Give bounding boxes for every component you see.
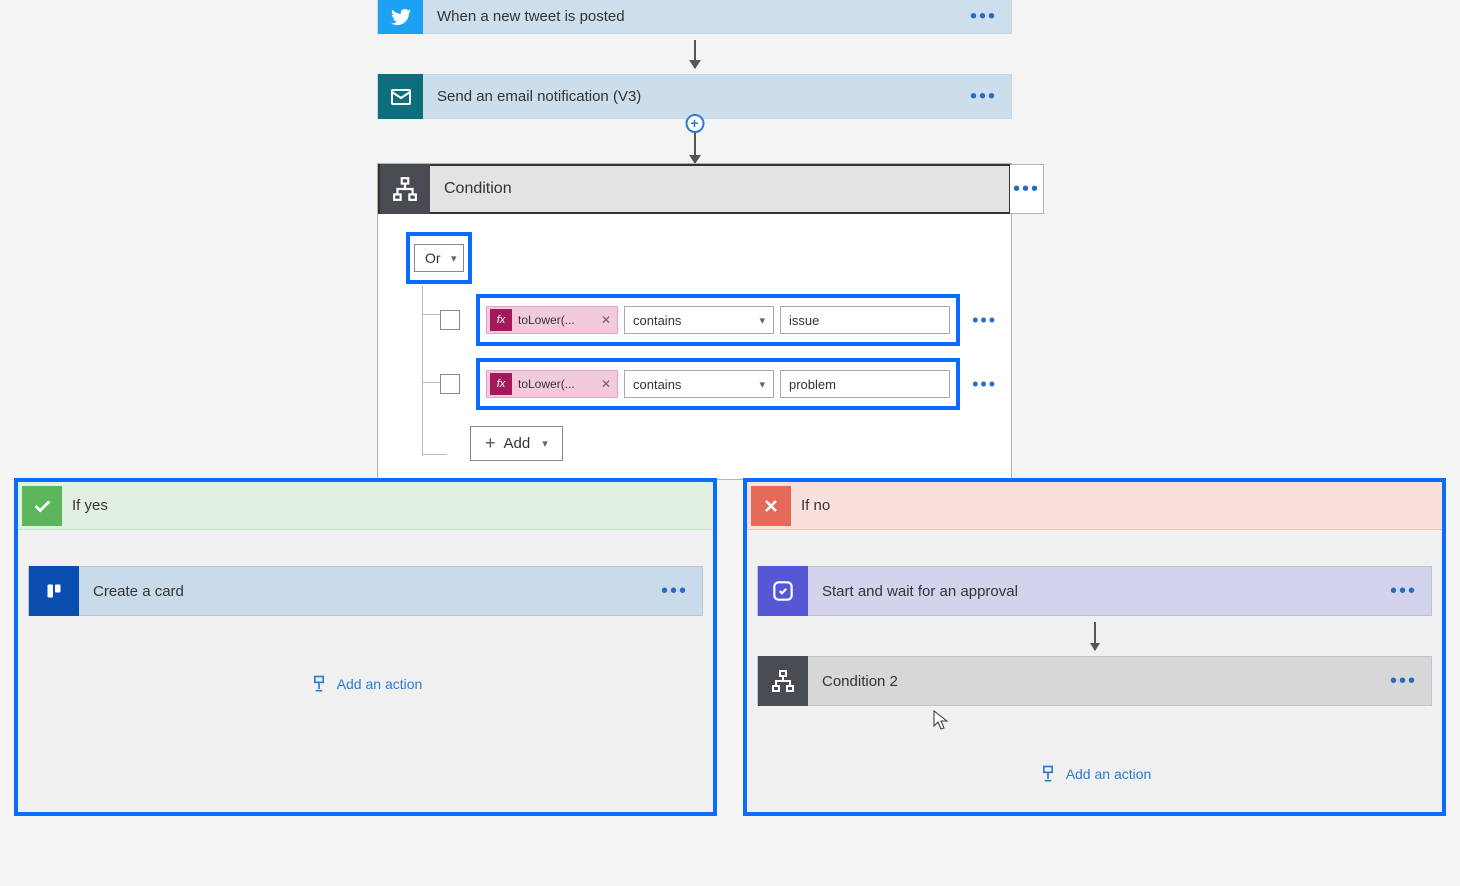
branch-no-header: If no: [747, 482, 1442, 530]
condition-icon: [758, 656, 808, 706]
branch-yes: If yes Create a card ••• Add an action: [14, 478, 717, 816]
chevron-down-icon: ▾: [451, 252, 457, 265]
condition-title: Condition: [430, 180, 512, 198]
add-action-label: Add an action: [1066, 766, 1152, 782]
add-action-icon: [309, 674, 329, 694]
email-more-icon[interactable]: •••: [970, 85, 997, 108]
chevron-down-icon: ▾: [759, 378, 765, 391]
email-title: Send an email notification (V3): [423, 88, 641, 105]
close-icon: [751, 486, 791, 526]
group-operator-highlight: Or ▾: [406, 232, 472, 284]
approval-icon: [758, 566, 808, 616]
step-condition2[interactable]: Condition 2 •••: [757, 656, 1432, 706]
branch-yes-label: If yes: [72, 497, 108, 514]
check-icon: [22, 486, 62, 526]
twitter-icon: [378, 0, 423, 34]
value-text: issue: [789, 313, 819, 328]
group-operator-label: Or: [425, 250, 441, 266]
more-icon: •••: [1013, 178, 1040, 201]
add-step-icon[interactable]: +: [685, 114, 704, 133]
expression-text: toLower(...: [518, 377, 597, 391]
row-highlight: fx toLower(... ✕ contains ▾ problem: [476, 358, 960, 410]
group-operator-select[interactable]: Or ▾: [414, 244, 464, 272]
connector-arrow: [757, 616, 1432, 656]
condition-row: fx toLower(... ✕ contains ▾ problem: [440, 358, 997, 410]
condition-icon: [380, 164, 430, 214]
row-highlight: fx toLower(... ✕ contains ▾ issue: [476, 294, 960, 346]
chevron-down-icon: ▾: [542, 437, 548, 450]
connector-arrow: [377, 34, 1012, 74]
add-action-no[interactable]: Add an action: [757, 764, 1432, 784]
condition-body: Or ▾ fx toLower(...: [378, 214, 1011, 479]
step-approval[interactable]: Start and wait for an approval •••: [757, 566, 1432, 616]
trigger-card[interactable]: When a new tweet is posted •••: [377, 0, 1012, 34]
condition-more[interactable]: •••: [1010, 164, 1044, 214]
condition-row: fx toLower(... ✕ contains ▾ issue: [440, 294, 997, 346]
trigger-title: When a new tweet is posted: [423, 8, 625, 25]
expression-text: toLower(...: [518, 313, 597, 327]
expression-pill[interactable]: fx toLower(... ✕: [486, 306, 618, 334]
trello-icon: [29, 566, 79, 616]
step-title: Create a card: [79, 583, 184, 600]
step-create-card[interactable]: Create a card •••: [28, 566, 703, 616]
tree-guide: [410, 294, 440, 461]
mail-icon: [378, 74, 423, 119]
add-action-yes[interactable]: Add an action: [28, 674, 703, 694]
condition-card: Condition ••• Or ▾: [377, 163, 1012, 480]
connector-arrow-plus: +: [377, 119, 1012, 163]
chevron-down-icon: ▾: [759, 314, 765, 327]
step-more-icon[interactable]: •••: [661, 580, 688, 603]
branch-no: If no Start and wait for an approval •••…: [743, 478, 1446, 816]
value-input[interactable]: issue: [780, 306, 950, 334]
value-input[interactable]: problem: [780, 370, 950, 398]
step-more-icon[interactable]: •••: [1390, 580, 1417, 603]
step-title: Start and wait for an approval: [808, 583, 1018, 600]
branch-no-label: If no: [801, 497, 830, 514]
add-action-icon: [1038, 764, 1058, 784]
operator-label: contains: [633, 313, 681, 328]
email-card[interactable]: Send an email notification (V3) •••: [377, 74, 1012, 119]
remove-expression-icon[interactable]: ✕: [601, 313, 611, 327]
row-checkbox[interactable]: [440, 374, 460, 394]
fx-icon: fx: [490, 309, 512, 331]
operator-label: contains: [633, 377, 681, 392]
expression-pill[interactable]: fx toLower(... ✕: [486, 370, 618, 398]
fx-icon: fx: [490, 373, 512, 395]
row-checkbox[interactable]: [440, 310, 460, 330]
add-action-label: Add an action: [337, 676, 423, 692]
trigger-more-icon[interactable]: •••: [970, 5, 997, 28]
add-condition-button[interactable]: + Add ▾: [470, 426, 563, 461]
condition-header[interactable]: Condition •••: [378, 164, 1011, 214]
step-more-icon[interactable]: •••: [1390, 670, 1417, 693]
operator-select[interactable]: contains ▾: [624, 306, 774, 334]
row-more-icon[interactable]: •••: [972, 310, 997, 331]
branch-yes-header: If yes: [18, 482, 713, 530]
row-more-icon[interactable]: •••: [972, 374, 997, 395]
add-label: Add: [504, 435, 531, 452]
value-text: problem: [789, 377, 836, 392]
remove-expression-icon[interactable]: ✕: [601, 377, 611, 391]
plus-icon: +: [485, 433, 496, 454]
operator-select[interactable]: contains ▾: [624, 370, 774, 398]
step-title: Condition 2: [808, 673, 898, 690]
